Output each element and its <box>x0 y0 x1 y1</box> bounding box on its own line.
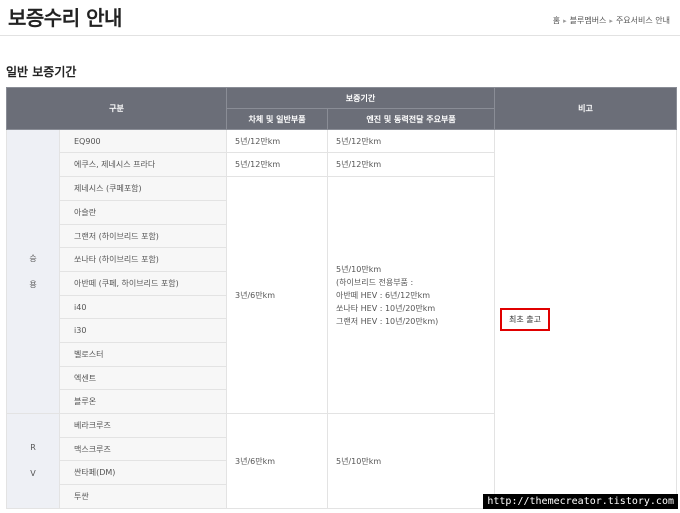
header-note: 비고 <box>494 87 678 130</box>
model-cell: 투싼 <box>58 484 228 509</box>
section-title: 일반 보증기간 <box>6 65 77 79</box>
category-char: V <box>30 469 36 478</box>
model-cell: 벨로스터 <box>58 342 228 367</box>
model-cell: 베라크루즈 <box>58 413 228 438</box>
category-rv: R V <box>6 413 60 509</box>
category-char: 용 <box>29 279 37 289</box>
engine-line: (하이브리드 전용부품 : <box>336 277 414 287</box>
category-passenger: 승 용 <box>6 129 60 414</box>
engine-warranty-cell: 5년/12만km <box>327 129 496 153</box>
breadcrumb: 홈 ▸ 블루멤버스 ▸ 주요서비스 안내 <box>553 15 670 26</box>
body-warranty-cell: 3년/6만km <box>226 176 329 414</box>
engine-line: 아반떼 HEV : 6년/12만km <box>336 290 431 300</box>
category-char: 승 <box>29 253 37 263</box>
header-body-parts: 차체 및 일반부품 <box>226 108 329 130</box>
breadcrumb-current: 주요서비스 안내 <box>615 16 670 25</box>
note-highlight: 최초 출고 <box>500 307 551 331</box>
engine-warranty-cell: 5년/12만km <box>327 152 496 177</box>
header-engine-parts: 엔진 및 동력전달 주요부품 <box>327 108 496 130</box>
warranty-table: 구분 보증기간 비고 차체 및 일반부품 엔진 및 동력전달 주요부품 승 용 … <box>5 87 678 509</box>
model-cell: 맥스크루즈 <box>58 437 228 461</box>
category-char: R <box>30 443 36 452</box>
header-warranty-period: 보증기간 <box>226 87 496 109</box>
page-title: 보증수리 안내 <box>8 6 122 30</box>
watermark-url: http://themecreator.tistory.com <box>483 494 678 509</box>
model-cell: 제네시스 (쿠페포함) <box>58 176 228 201</box>
breadcrumb-home-link[interactable]: 홈 <box>553 16 560 25</box>
note-cell: 최초 출고 <box>494 129 678 509</box>
body-warranty-cell: 5년/12만km <box>226 129 329 153</box>
model-cell: 싼타페(DM) <box>58 460 228 485</box>
model-cell: 블루온 <box>58 389 228 414</box>
model-cell: i30 <box>58 318 228 343</box>
engine-line: 그랜저 HEV : 10년/20만km) <box>336 316 439 326</box>
model-cell: 아슬란 <box>58 200 228 225</box>
engine-line: 5년/10만km <box>336 264 382 274</box>
model-cell: 쏘나타 (하이브리드 포함) <box>58 247 228 272</box>
model-cell: 에쿠스, 제네시스 프라다 <box>58 152 228 177</box>
header-category: 구분 <box>5 87 228 130</box>
engine-warranty-cell: 5년/10만km (하이브리드 전용부품 : 아반떼 HEV : 6년/12만k… <box>327 176 496 414</box>
chevron-right-icon: ▸ <box>563 17 567 25</box>
body-warranty-cell: 5년/12만km <box>226 152 329 177</box>
breadcrumb-bluemembers-link[interactable]: 블루멤버스 <box>570 16 607 25</box>
chevron-right-icon: ▸ <box>609 17 613 25</box>
engine-warranty-cell: 5년/10만km <box>327 413 496 509</box>
model-cell: EQ900 <box>58 129 228 153</box>
engine-line: 쏘나타 HEV : 10년/20만km <box>336 303 436 313</box>
body-warranty-cell: 3년/6만km <box>226 413 329 509</box>
model-cell: 그랜저 (하이브리드 포함) <box>58 224 228 248</box>
model-cell: i40 <box>58 295 228 319</box>
model-cell: 아반떼 (쿠페, 하이브리드 포함) <box>58 271 228 296</box>
header-divider <box>0 35 680 36</box>
model-cell: 엑센트 <box>58 366 228 390</box>
